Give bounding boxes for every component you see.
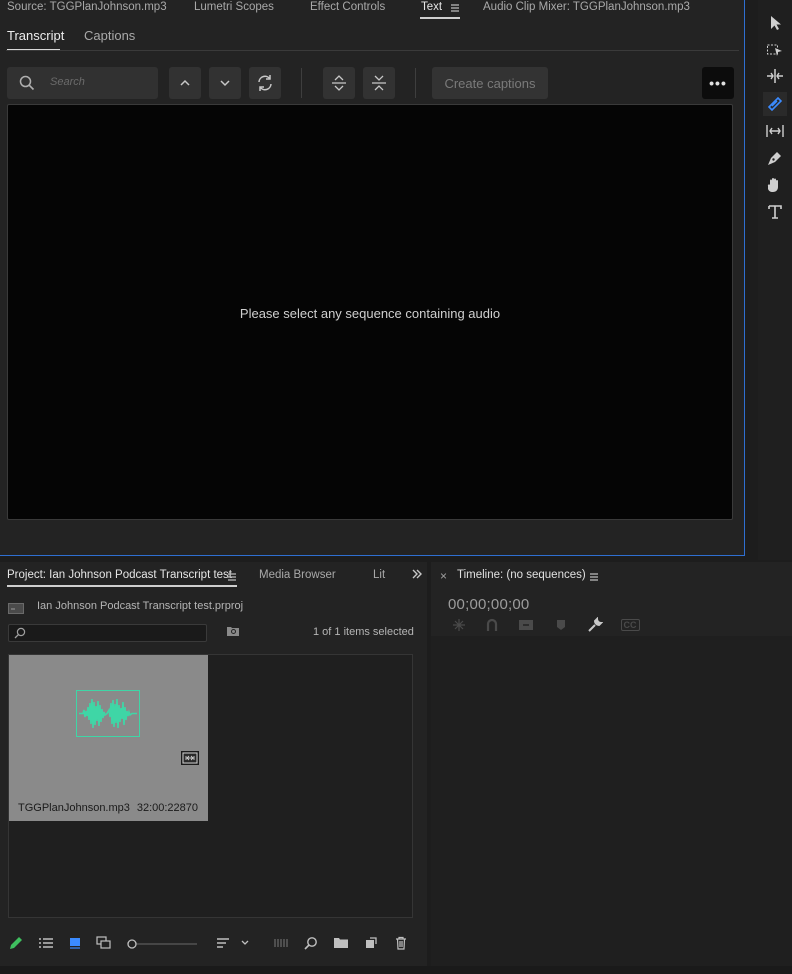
wrench-icon[interactable] [586,616,604,634]
linked-selection-icon[interactable] [517,616,535,634]
tab-lumetri-scopes[interactable]: Lumetri Scopes [194,1,274,13]
find-icon[interactable] [302,934,320,952]
captions-label: CC [620,619,640,631]
sync-button[interactable] [249,67,281,99]
chevron-down-icon[interactable] [236,934,254,952]
tab-text[interactable]: Text [421,1,442,13]
tab-libraries[interactable]: Lit [373,569,385,581]
tab-transcript[interactable]: Transcript [7,28,64,43]
tab-media-browser[interactable]: Media Browser [259,569,336,581]
panel-menu-icon[interactable] [589,571,599,585]
tab-project[interactable]: Project: Ian Johnson Podcast Transcript … [7,569,232,581]
transcript-area: Please select any sequence containing au… [7,104,733,520]
next-result-button[interactable] [209,67,241,99]
snap-icon[interactable] [483,616,501,634]
tab-audio-clip-mixer[interactable]: Audio Clip Mixer: TGGPlanJohnson.mp3 [483,1,690,13]
search-icon [14,627,26,642]
project-file-icon [8,602,24,617]
timeline-panel: × Timeline: (no sequences) 00;00;00;00 C… [431,562,792,966]
project-search-input[interactable] [8,624,207,642]
tools-panel [758,0,792,560]
clip-thumbnail[interactable] [9,655,208,797]
chevron-up-icon [180,79,190,86]
zoom-slider[interactable] [127,938,197,949]
nest-sequence-icon[interactable] [450,616,468,634]
toolbar-divider [301,68,302,98]
sort-icon[interactable] [214,934,232,952]
icon-view-icon[interactable] [66,934,84,952]
slip-tool-icon[interactable] [763,119,787,143]
collapse-icon [372,75,386,91]
automate-to-sequence-icon[interactable] [272,934,290,952]
expand-icon [332,75,346,91]
add-marker-icon[interactable] [552,616,570,634]
expand-all-button[interactable] [323,67,355,99]
close-icon[interactable]: × [440,569,447,583]
pencil-icon[interactable] [7,934,25,952]
collapse-all-button[interactable] [363,67,395,99]
list-view-icon[interactable] [37,934,55,952]
text-panel: Source: TGGPlanJohnson.mp3 Lumetri Scope… [0,0,745,556]
search-icon [19,75,35,94]
create-captions-button[interactable]: Create captions [432,67,548,99]
search-placeholder: Search [50,76,85,88]
freeform-view-icon[interactable] [96,934,114,952]
playhead-timecode[interactable]: 00;00;00;00 [448,596,529,613]
tab-project-underline [7,585,237,587]
chevron-down-icon [220,80,230,87]
tab-captions[interactable]: Captions [84,28,135,43]
selection-count: 1 of 1 items selected [313,626,414,638]
captions-icon[interactable]: CC [619,616,641,634]
selection-tool-icon[interactable] [763,11,787,35]
tab-source[interactable]: Source: TGGPlanJohnson.mp3 [7,1,167,13]
hand-tool-icon[interactable] [763,173,787,197]
project-panel: Project: Ian Johnson Podcast Transcript … [0,562,427,966]
trash-icon[interactable] [392,934,410,952]
ripple-edit-tool-icon[interactable] [763,64,787,88]
tab-text-underline [420,17,460,19]
refresh-icon [258,75,272,91]
transcript-search-input[interactable]: Search [7,67,158,99]
project-file-name: Ian Johnson Podcast Transcript test.prpr… [37,600,244,612]
panel-menu-icon[interactable] [450,2,460,16]
timeline-body [431,636,792,966]
more-options-button[interactable]: ••• [702,67,734,99]
empty-state-message: Please select any sequence containing au… [239,306,501,321]
overflow-tabs-icon[interactable] [411,568,423,583]
type-tool-icon[interactable] [763,200,787,224]
panel-menu-icon[interactable] [227,571,237,585]
new-item-icon[interactable] [362,934,380,952]
razor-tool-icon[interactable] [763,92,787,116]
previous-result-button[interactable] [169,67,201,99]
clip-duration: 32:00:22870 [136,802,198,814]
new-bin-icon[interactable] [332,934,350,952]
timeline-title[interactable]: Timeline: (no sequences) [457,569,586,581]
toolbar-divider [415,68,416,98]
clip-info[interactable]: TGGPlanJohnson.mp3 32:00:22870 [9,797,208,821]
clip-name: TGGPlanJohnson.mp3 [18,802,130,814]
pen-tool-icon[interactable] [763,146,787,170]
divider [6,50,739,51]
new-search-bin-icon[interactable] [226,625,240,640]
audio-waveform-icon [76,690,140,737]
track-select-tool-icon[interactable] [763,38,787,62]
status-bar [0,966,792,974]
audio-clip-badge-icon [181,751,199,768]
tab-effect-controls[interactable]: Effect Controls [310,1,385,13]
